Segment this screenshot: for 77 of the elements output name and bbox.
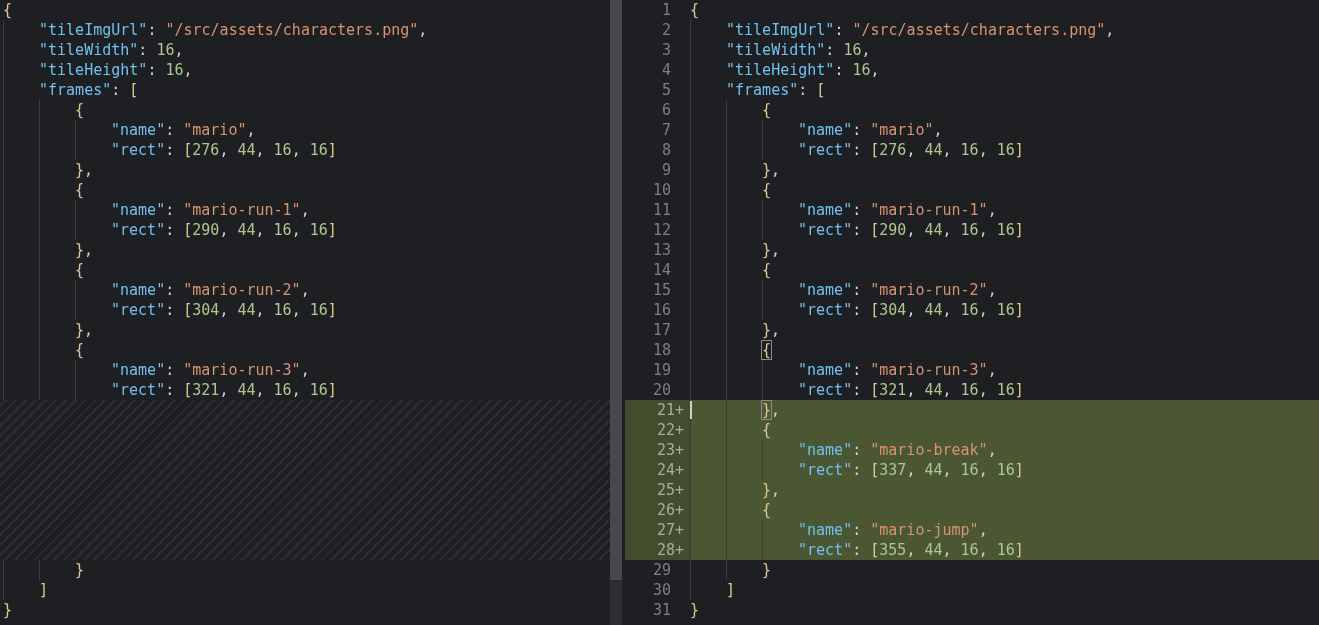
code-line: "name": "mario-run-2", <box>3 280 310 300</box>
line-number: 13 <box>652 241 671 259</box>
code-line: { <box>3 100 85 120</box>
code-line: } <box>690 600 700 620</box>
code-line: "name": "mario-run-3", <box>3 360 310 380</box>
code-line: "tileImgUrl": "/src/assets/characters.png", <box>3 20 428 40</box>
code-line: { <box>3 260 85 280</box>
code-line: }, <box>690 240 781 260</box>
code-line: "tileImgUrl": "/src/assets/characters.png", <box>690 20 1115 40</box>
line-number: 22+ <box>656 421 684 439</box>
code-line: { <box>690 180 772 200</box>
code-line: { <box>690 0 700 20</box>
line-number: 11 <box>652 201 671 219</box>
code-line: { <box>690 260 772 280</box>
line-number: 24+ <box>656 461 684 479</box>
code-line: "frames": [ <box>690 80 826 100</box>
line-number: 18 <box>652 341 671 359</box>
code-line: }, <box>3 160 94 180</box>
line-number: 30 <box>652 581 671 599</box>
line-number: 23+ <box>656 441 684 459</box>
code-line: "name": "mario", <box>690 120 943 140</box>
line-number: 21+ <box>656 401 684 419</box>
code-line: }, <box>690 320 781 340</box>
code-line: { <box>690 100 772 120</box>
line-number: 3 <box>661 41 671 59</box>
code-line: "rect": [290, 44, 16, 16] <box>3 220 337 240</box>
line-number: 7 <box>661 121 671 139</box>
code-line: "name": "mario-run-1", <box>690 200 997 220</box>
code-line: "tileWidth": 16, <box>690 40 871 60</box>
line-number: 1 <box>661 1 671 19</box>
line-number: 25+ <box>656 481 684 499</box>
code-line: "frames": [ <box>3 80 139 100</box>
code-line: }, <box>690 160 781 180</box>
code-line: "name": "mario-run-3", <box>690 360 997 380</box>
code-line: } <box>3 600 13 620</box>
code-line: ] <box>690 580 736 600</box>
code-line: "rect": [276, 44, 16, 16] <box>3 140 337 160</box>
code-line: } <box>3 560 85 580</box>
code-line: "tileHeight": 16, <box>3 60 193 80</box>
line-number: 31 <box>652 601 671 619</box>
code-line: } <box>690 560 772 580</box>
code-line: { <box>690 340 772 360</box>
scrollbar[interactable] <box>610 0 622 580</box>
line-number: 4 <box>661 61 671 79</box>
line-number: 6 <box>661 101 671 119</box>
code-line: ] <box>3 580 49 600</box>
line-number: 28+ <box>656 541 684 559</box>
line-number: 15 <box>652 281 671 299</box>
code-line: "name": "mario-run-2", <box>690 280 997 300</box>
line-number: 29 <box>652 561 671 579</box>
line-number: 8 <box>661 141 671 159</box>
line-number: 14 <box>652 261 671 279</box>
code-line: { <box>3 0 13 20</box>
code-line: { <box>3 180 85 200</box>
line-number: 26+ <box>656 501 684 519</box>
line-number: 2 <box>661 21 671 39</box>
code-line: { <box>3 340 85 360</box>
code-line: "tileHeight": 16, <box>690 60 880 80</box>
line-number: 19 <box>652 361 671 379</box>
line-number: 17 <box>652 321 671 339</box>
line-number: 20 <box>652 381 671 399</box>
code-line: "rect": [304, 44, 16, 16] <box>3 300 337 320</box>
line-number: 27+ <box>656 521 684 539</box>
code-line: "tileWidth": 16, <box>3 40 184 60</box>
code-line: "name": "mario", <box>3 120 256 140</box>
line-number: 9 <box>661 161 671 179</box>
code-line: }, <box>3 240 94 260</box>
line-number: 5 <box>661 81 671 99</box>
code-line: "name": "mario-run-1", <box>3 200 310 220</box>
code-line: "rect": [304, 44, 16, 16] <box>690 300 1024 320</box>
line-number: 16 <box>652 301 671 319</box>
line-number: 12 <box>652 221 671 239</box>
code-line: "rect": [276, 44, 16, 16] <box>690 140 1024 160</box>
code-line: }, <box>3 320 94 340</box>
code-line: "rect": [355, 44, 16, 16] <box>690 540 1024 560</box>
line-number: 10 <box>652 181 671 199</box>
code-line: "rect": [290, 44, 16, 16] <box>690 220 1024 240</box>
